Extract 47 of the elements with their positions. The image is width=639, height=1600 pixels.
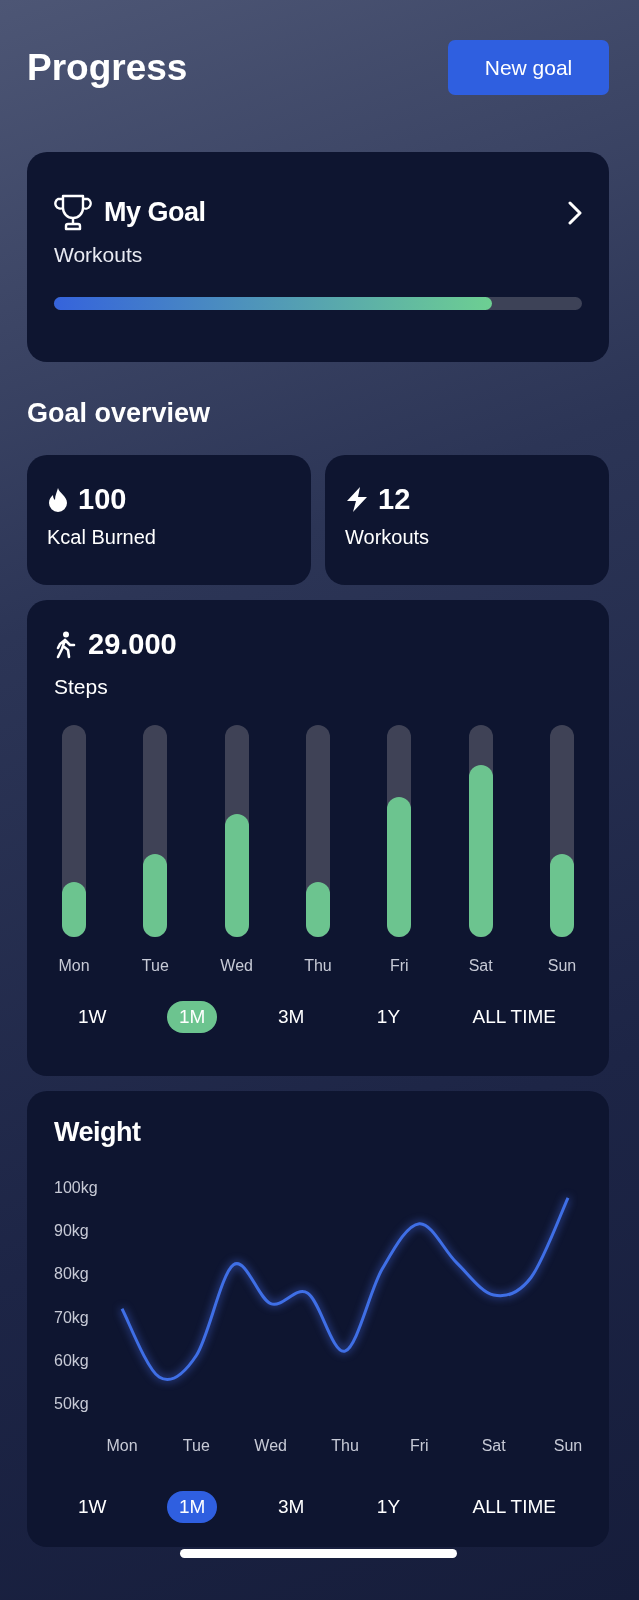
range-tab[interactable]: 1W: [66, 1001, 119, 1033]
range-tab[interactable]: 1Y: [364, 1491, 413, 1523]
stat-label: Kcal Burned: [47, 526, 156, 549]
range-tab[interactable]: 3M: [265, 1001, 317, 1033]
axis-label: 70kg: [54, 1308, 89, 1326]
range-tab[interactable]: ALL TIME: [460, 1491, 568, 1523]
goal-card[interactable]: My Goal Workouts: [27, 152, 609, 362]
axis-label: 50kg: [54, 1395, 89, 1412]
section-title: Goal overview: [27, 398, 212, 429]
day-label: Mon: [58, 957, 90, 975]
steps-value: 29.000: [88, 628, 177, 661]
range-tab[interactable]: ALL TIME: [460, 1001, 568, 1033]
axis-label: 80kg: [54, 1265, 89, 1283]
day-label: Thu: [304, 957, 332, 975]
axis-label: 60kg: [54, 1351, 89, 1369]
day-label: Sat: [468, 957, 493, 975]
axis-label: Sat: [481, 1437, 506, 1454]
new-goal-button[interactable]: New goal: [448, 40, 609, 95]
lightning-icon: [345, 486, 369, 513]
axis-label: Sun: [553, 1437, 583, 1454]
day-label: Wed: [220, 957, 253, 975]
axis-label: Wed: [254, 1437, 287, 1454]
goal-title: My Goal: [104, 197, 206, 228]
stat-value: 100: [78, 483, 127, 516]
range-tab[interactable]: 1Y: [364, 1001, 413, 1033]
trophy-icon: [54, 194, 92, 231]
day-label: Tue: [141, 957, 169, 975]
axis-label: Thu: [331, 1437, 359, 1454]
stat-label: Workouts: [345, 526, 430, 549]
range-tab[interactable]: 1W: [66, 1491, 119, 1523]
walking-person-icon: [54, 630, 76, 659]
day-label: Fri: [390, 957, 409, 975]
range-tab[interactable]: 3M: [265, 1491, 317, 1523]
axis-label: Fri: [410, 1437, 429, 1454]
goal-subtitle: Workouts: [54, 243, 144, 267]
axis-label: 90kg: [54, 1222, 89, 1240]
flame-icon: [47, 486, 69, 513]
axis-label: Mon: [106, 1437, 138, 1454]
page-title: Progress: [27, 46, 188, 89]
chevron-icon[interactable]: [568, 200, 582, 225]
steps-label: Steps: [54, 675, 108, 699]
day-label: Sun: [547, 957, 577, 975]
range-tab[interactable]: 1M: [167, 1491, 218, 1523]
axis-label: 100kg: [54, 1179, 98, 1196]
axis-label: Tue: [182, 1437, 210, 1454]
weight-title: Weight: [54, 1117, 141, 1148]
stat-value: 12: [378, 483, 411, 516]
